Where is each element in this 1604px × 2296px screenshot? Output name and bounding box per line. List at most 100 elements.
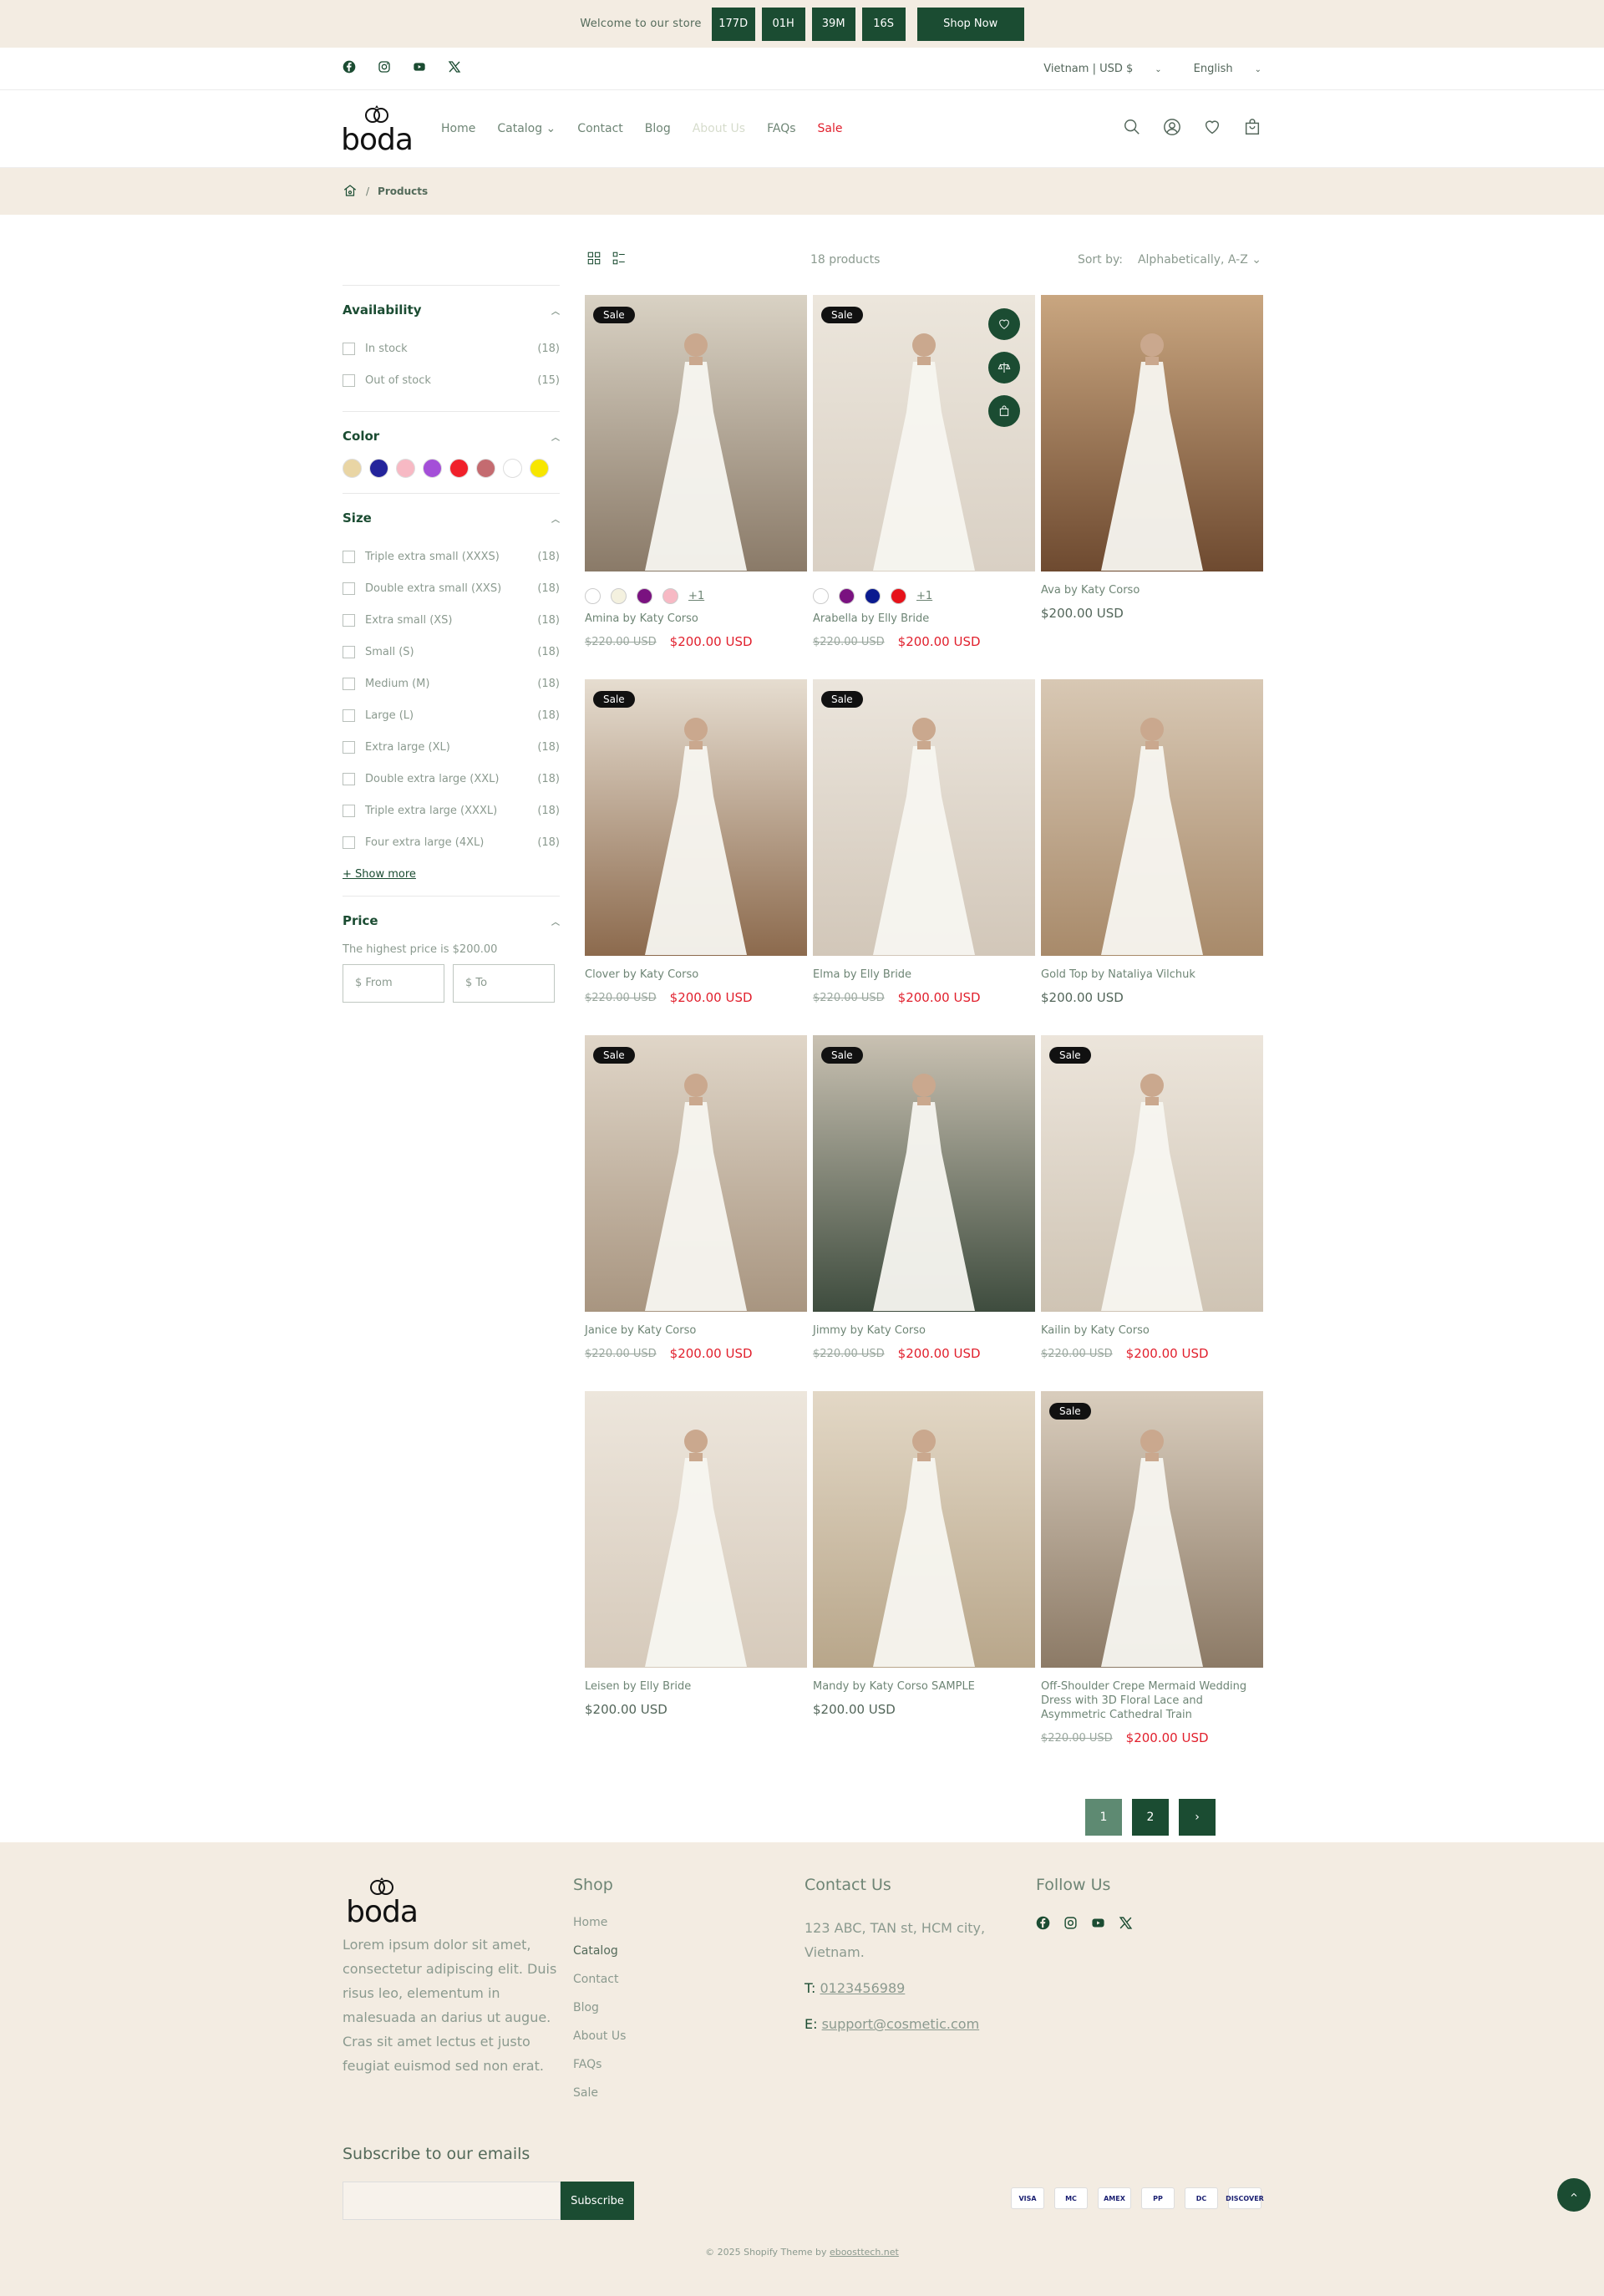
nav-home[interactable]: Home [441, 122, 475, 135]
account-icon[interactable] [1163, 118, 1181, 140]
product-image[interactable]: Sale [1041, 1035, 1263, 1312]
cart-bag-icon[interactable] [1243, 118, 1261, 140]
copyright-link[interactable]: eboosttech.net [830, 2247, 899, 2258]
page-1-button[interactable]: 1 [1085, 1799, 1122, 1836]
show-more-link[interactable]: + Show more [343, 868, 560, 881]
more-colors-link[interactable]: +1 [916, 590, 932, 602]
footer-link-contact[interactable]: Contact [573, 1973, 805, 1986]
filter-option[interactable]: Double extra small (XXS) (18) [343, 572, 560, 604]
product-card[interactable]: Sale Clover by Katy Corso $220.00 USD $200.… [585, 679, 807, 1005]
filter-option[interactable]: In stock (18) [343, 333, 560, 364]
product-card[interactable]: Leisen by Elly Bride $200.00 USD [585, 1391, 807, 1745]
product-title[interactable]: Amina by Katy Corso [585, 612, 807, 626]
youtube-icon[interactable] [1091, 1916, 1105, 1933]
product-color-swatch[interactable] [611, 587, 627, 604]
product-image[interactable]: Sale [813, 679, 1035, 956]
color-swatch[interactable] [423, 459, 442, 478]
instagram-icon[interactable] [378, 60, 391, 77]
color-swatch[interactable] [449, 459, 469, 478]
product-card[interactable]: Sale Off-Shoulder Crepe Mermaid Wedding D… [1041, 1391, 1263, 1745]
product-color-swatch[interactable] [813, 587, 829, 604]
filter-option[interactable]: Extra small (XS) (18) [343, 604, 560, 636]
compare-scale-icon[interactable] [988, 352, 1020, 384]
product-image[interactable] [585, 1391, 807, 1668]
nav-about-us[interactable]: About Us [693, 122, 745, 135]
product-color-swatch[interactable] [839, 587, 855, 604]
filter-size-header[interactable]: Size ︿ [343, 511, 560, 526]
product-card[interactable]: Sale Jimmy by Katy Corso $220.00 USD $200.0… [813, 1035, 1035, 1361]
footer-link-faqs[interactable]: FAQs [573, 2058, 805, 2071]
checkbox[interactable] [343, 709, 355, 722]
product-card[interactable]: Sale +1 Arabella by Elly Bride $220.00 USD $… [813, 295, 1035, 649]
checkbox[interactable] [343, 804, 355, 817]
color-swatch[interactable] [343, 459, 362, 478]
product-color-swatch[interactable] [865, 587, 881, 604]
filter-option[interactable]: Triple extra small (XXXS) (18) [343, 541, 560, 572]
color-swatch[interactable] [396, 459, 415, 478]
language-selector[interactable]: English ⌄ [1194, 63, 1261, 75]
product-card[interactable]: Sale Kailin by Katy Corso $220.00 USD $200.… [1041, 1035, 1263, 1361]
filter-option[interactable]: Triple extra large (XXXL) (18) [343, 795, 560, 826]
facebook-icon[interactable] [343, 60, 356, 77]
product-title[interactable]: Gold Top by Nataliya Vilchuk [1041, 968, 1263, 982]
product-image[interactable]: Sale [585, 1035, 807, 1312]
product-title[interactable]: Mandy by Katy Corso SAMPLE [813, 1679, 1035, 1694]
product-title[interactable]: Ava by Katy Corso [1041, 583, 1263, 597]
product-image[interactable] [813, 1391, 1035, 1668]
product-title[interactable]: Elma by Elly Bride [813, 968, 1035, 982]
product-title[interactable]: Kailin by Katy Corso [1041, 1323, 1263, 1338]
wishlist-heart-icon[interactable] [988, 308, 1020, 340]
product-image[interactable]: Sale [813, 1035, 1035, 1312]
product-title[interactable]: Off-Shoulder Crepe Mermaid Wedding Dress… [1041, 1679, 1263, 1722]
home-icon[interactable] [343, 183, 358, 201]
product-title[interactable]: Jimmy by Katy Corso [813, 1323, 1035, 1338]
product-image[interactable]: Sale [585, 679, 807, 956]
checkbox[interactable] [343, 645, 355, 658]
product-image[interactable] [1041, 679, 1263, 956]
search-icon[interactable] [1123, 118, 1141, 140]
instagram-icon[interactable] [1063, 1916, 1078, 1933]
sort-select[interactable]: Alphabetically, A-Z ⌄ [1138, 253, 1261, 267]
filter-option[interactable]: Medium (M) (18) [343, 668, 560, 699]
product-title[interactable]: Clover by Katy Corso [585, 968, 807, 982]
quick-add-bag-icon[interactable] [988, 395, 1020, 427]
product-title[interactable]: Leisen by Elly Bride [585, 1679, 807, 1694]
product-image[interactable]: Sale [813, 295, 1035, 571]
page-2-button[interactable]: 2 [1132, 1799, 1169, 1836]
footer-link-home[interactable]: Home [573, 1916, 805, 1929]
footer-logo[interactable]: boda [346, 1876, 419, 1928]
site-logo[interactable]: boda [341, 104, 414, 155]
filter-option[interactable]: Out of stock (15) [343, 364, 560, 396]
more-colors-link[interactable]: +1 [688, 590, 704, 602]
filter-option[interactable]: Small (S) (18) [343, 636, 560, 668]
filter-availability-header[interactable]: Availability ︿ [343, 302, 560, 317]
footer-link-about-us[interactable]: About Us [573, 2029, 805, 2043]
product-card[interactable]: Sale Elma by Elly Bride $220.00 USD $200.00… [813, 679, 1035, 1005]
filter-option[interactable]: Large (L) (18) [343, 699, 560, 731]
filter-price-header[interactable]: Price ︿ [343, 913, 560, 928]
wishlist-heart-icon[interactable] [1203, 118, 1221, 140]
next-page-button[interactable]: › [1179, 1799, 1216, 1836]
price-to-input[interactable]: $ To [453, 964, 555, 1003]
product-color-swatch[interactable] [637, 587, 652, 604]
checkbox[interactable] [343, 373, 355, 387]
subscribe-button[interactable]: Subscribe [561, 2182, 634, 2220]
product-card[interactable]: Sale Janice by Katy Corso $220.00 USD $200.… [585, 1035, 807, 1361]
youtube-icon[interactable] [413, 60, 426, 77]
facebook-icon[interactable] [1036, 1916, 1050, 1933]
email-link[interactable]: support@cosmetic.com [822, 2016, 980, 2032]
product-card[interactable]: Ava by Katy Corso $200.00 USD [1041, 295, 1263, 649]
nav-sale[interactable]: Sale [818, 122, 843, 135]
region-selector[interactable]: Vietnam | USD $ ⌄ [1043, 63, 1161, 75]
color-swatch[interactable] [503, 459, 522, 478]
product-card[interactable]: Sale +1 Amina by Katy Corso $220.00 USD $200… [585, 295, 807, 649]
list-view-icon[interactable] [612, 251, 627, 269]
shop-now-button[interactable]: Shop Now [916, 7, 1024, 41]
product-title[interactable]: Janice by Katy Corso [585, 1323, 807, 1338]
nav-blog[interactable]: Blog [645, 122, 671, 135]
checkbox[interactable] [343, 613, 355, 627]
filter-option[interactable]: Four extra large (4XL) (18) [343, 826, 560, 858]
color-swatch[interactable] [476, 459, 495, 478]
chat-floating-button[interactable] [1557, 2178, 1591, 2212]
footer-link-catalog[interactable]: Catalog [573, 1944, 805, 1958]
